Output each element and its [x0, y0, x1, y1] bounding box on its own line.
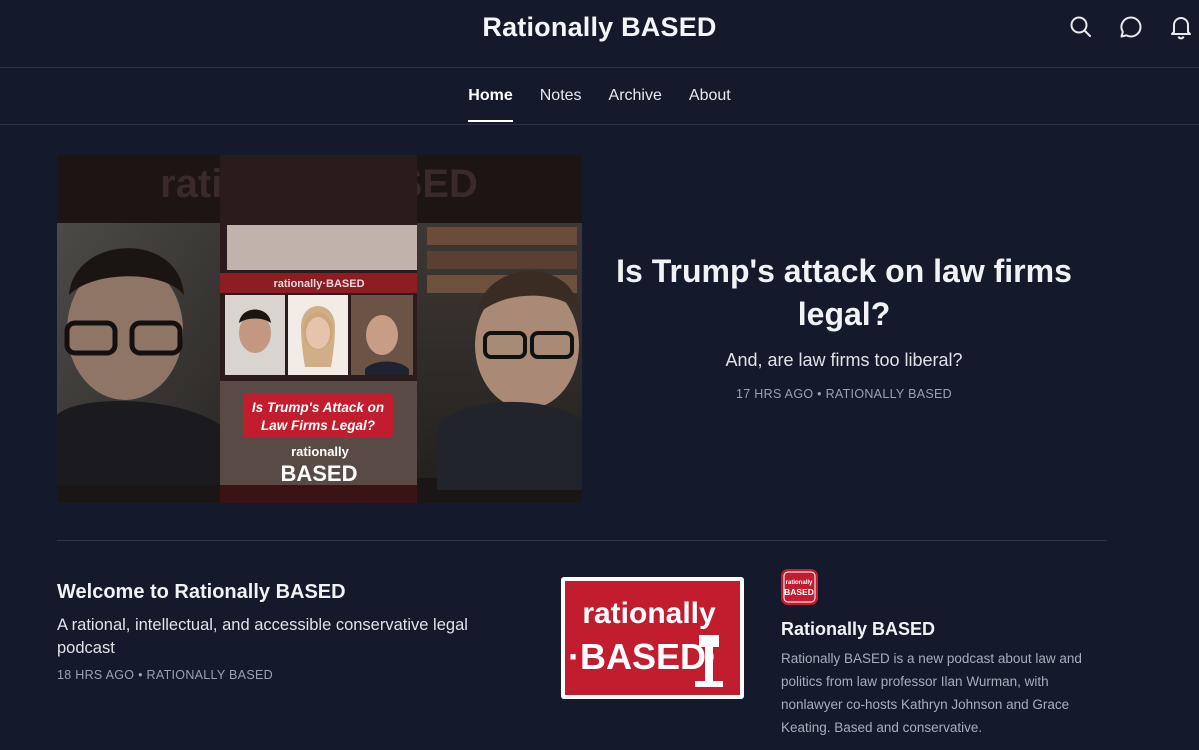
post-thumbnail[interactable]: rationally ·BASED·	[561, 577, 744, 699]
hero-post-image[interactable]: rationally BASED rationally·BASED	[57, 155, 582, 503]
hero-thumbnail-art: rationally BASED rationally·BASED	[57, 155, 582, 503]
hero-caption-line1: Is Trump's Attack on	[252, 400, 384, 415]
tab-notes[interactable]: Notes	[540, 87, 582, 123]
hero-post-meta: 17 HRS AGO • RATIONALLY BASED	[736, 387, 952, 401]
tab-about[interactable]: About	[689, 87, 731, 123]
post-title[interactable]: Welcome to Rationally BASED	[57, 581, 346, 604]
site-title[interactable]: Rationally BASED	[0, 12, 1199, 43]
mini-banner-text: rationally·BASED	[273, 278, 364, 290]
publication-logo[interactable]: rationally BASED	[781, 569, 818, 605]
nav-tabs: Home Notes Archive About	[0, 68, 1199, 125]
hero-post-subtitle: And, are law firms too liberal?	[725, 350, 963, 370]
hero-post-title[interactable]: Is Trump's attack on law firms legal?	[612, 250, 1076, 336]
chat-icon[interactable]	[1118, 14, 1144, 40]
tab-home[interactable]: Home	[468, 87, 514, 123]
hero-caption-line2: Law Firms Legal?	[261, 418, 375, 433]
thumb-word2: ·BASED·	[568, 636, 718, 677]
section-divider	[57, 540, 1107, 541]
thumb-word1: rationally	[582, 597, 716, 630]
hero-logo-word2: BASED	[280, 461, 357, 486]
publication-logo-art: rationally BASED	[783, 571, 816, 603]
tab-archive[interactable]: Archive	[609, 87, 662, 123]
post-thumbnail-logo: rationally ·BASED·	[565, 581, 740, 695]
bell-icon[interactable]	[1168, 14, 1194, 40]
pub-logo-word2: BASED	[784, 587, 814, 597]
search-icon[interactable]	[1068, 14, 1094, 40]
publication-name[interactable]: Rationally BASED	[781, 619, 935, 640]
hero-post-text: Is Trump's attack on law firms legal? An…	[612, 250, 1076, 401]
publication-description: Rationally BASED is a new podcast about …	[781, 651, 1082, 735]
post-meta: 18 HRS AGO • RATIONALLY BASED	[57, 668, 273, 682]
top-bar: Rationally BASED	[0, 0, 1199, 68]
pub-logo-word1: rationally	[786, 580, 813, 586]
hero-logo-word1: rationally	[291, 444, 350, 459]
post-subtitle: A rational, intellectual, and accessible…	[57, 616, 468, 657]
